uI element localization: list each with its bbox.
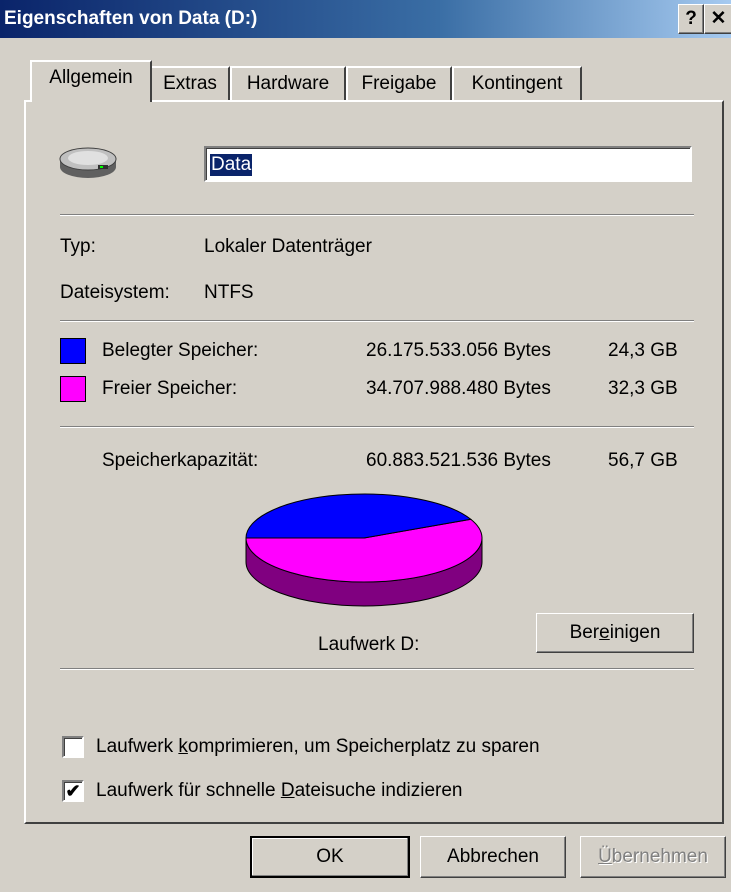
tab-label: Allgemein: [49, 67, 133, 88]
tab-freigabe[interactable]: Freigabe: [346, 66, 452, 100]
ok-button[interactable]: OK: [250, 836, 410, 878]
label-part: ateisuche indizieren: [294, 780, 463, 801]
cleanup-label-part: Ber: [569, 622, 600, 643]
label-part: Laufwerk für schnelle: [96, 780, 281, 801]
label-part: omprimieren, um Speicherplatz zu sparen: [187, 736, 540, 757]
apply-label-part: bernehmen: [611, 846, 708, 867]
capacity-bytes: 60.883.521.536 Bytes: [366, 450, 551, 471]
cleanup-button[interactable]: Bereinigen: [536, 613, 694, 653]
close-button[interactable]: ✕: [704, 4, 731, 34]
tab-allgemein[interactable]: Allgemein: [30, 60, 152, 102]
capacity-size: 56,7 GB: [608, 450, 678, 471]
hard-drive-icon: [59, 147, 117, 178]
tab-extras[interactable]: Extras: [150, 66, 230, 100]
drive-name-input[interactable]: Data: [204, 146, 692, 182]
tab-label: Extras: [163, 73, 217, 94]
apply-label-accel: Ü: [598, 846, 612, 867]
free-space-size: 32,3 GB: [608, 378, 678, 399]
drive-letter-label: Laufwerk D:: [318, 634, 420, 655]
separator: [60, 668, 694, 670]
tab-kontingent[interactable]: Kontingent: [452, 66, 582, 100]
close-icon: ✕: [710, 8, 727, 29]
tab-label: Freigabe: [361, 73, 437, 94]
drive-name-value: Data: [210, 154, 253, 176]
free-space-label: Freier Speicher:: [102, 378, 238, 399]
filesystem-value: NTFS: [204, 282, 254, 303]
free-space-swatch: [60, 376, 86, 402]
compress-drive-label[interactable]: Laufwerk komprimieren, um Speicherplatz …: [96, 736, 540, 758]
capacity-label: Speicherkapazität:: [102, 450, 259, 471]
used-space-label: Belegter Speicher:: [102, 340, 259, 361]
type-label: Typ:: [60, 236, 96, 257]
used-space-bytes: 26.175.533.056 Bytes: [366, 340, 551, 361]
window-title: Eigenschaften von Data (D:): [4, 8, 258, 29]
free-space-bytes: 34.707.988.480 Bytes: [366, 378, 551, 399]
help-button[interactable]: ?: [678, 4, 704, 34]
disk-usage-pie: [245, 493, 483, 607]
filesystem-label: Dateisystem:: [60, 282, 170, 303]
cleanup-label-accel: e: [599, 622, 610, 643]
type-value: Lokaler Datenträger: [204, 236, 372, 257]
tab-label: Kontingent: [471, 73, 563, 94]
title-bar: Eigenschaften von Data (D:) ? ✕: [0, 0, 731, 38]
separator: [60, 426, 694, 428]
tab-hardware[interactable]: Hardware: [230, 66, 346, 100]
cleanup-label-part: inigen: [609, 622, 661, 643]
used-space-size: 24,3 GB: [608, 340, 678, 361]
label-part: Laufwerk: [96, 736, 179, 757]
label-accel: k: [178, 736, 188, 757]
cancel-button[interactable]: Abbrechen: [420, 836, 566, 878]
separator: [60, 214, 694, 216]
apply-button[interactable]: Übernehmen: [580, 836, 726, 878]
used-space-swatch: [60, 338, 86, 364]
label-accel: D: [280, 780, 295, 801]
separator: [60, 320, 694, 322]
tab-label: Hardware: [246, 73, 330, 94]
index-drive-checkbox[interactable]: ✔: [62, 780, 84, 802]
compress-drive-checkbox[interactable]: [62, 736, 84, 758]
index-drive-label[interactable]: Laufwerk für schnelle Dateisuche indizie…: [96, 780, 463, 802]
